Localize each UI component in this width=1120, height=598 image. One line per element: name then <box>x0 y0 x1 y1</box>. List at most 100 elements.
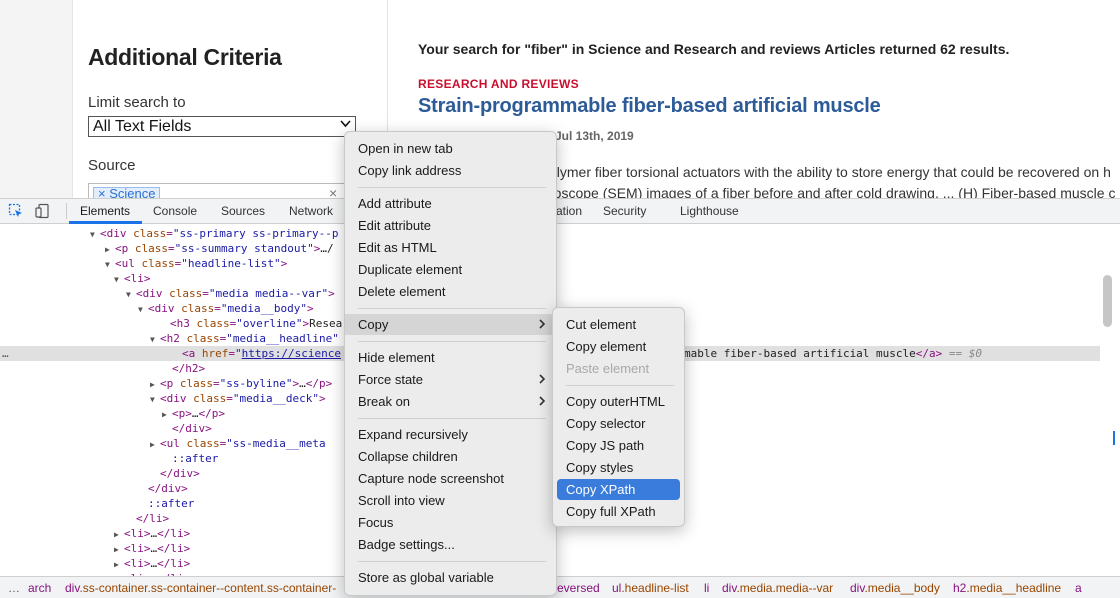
dom-node-markup: <ul class="ss-media__meta <box>160 437 326 450</box>
menu-item-copy[interactable]: Copy <box>345 314 556 335</box>
menu-item-break-on[interactable]: Break on <box>345 391 556 412</box>
tab-performance[interactable]: ation <box>556 204 582 218</box>
menu-item-label: Delete element <box>358 284 446 299</box>
dom-node-markup: ::after <box>172 452 219 465</box>
expand-triangle-icon[interactable]: ▼ <box>150 332 160 347</box>
article-title-link[interactable]: Strain-programmable fiber-based artifici… <box>418 95 881 118</box>
menu-item-label: Copy JS path <box>566 438 645 453</box>
tab-sources[interactable]: Sources <box>221 204 265 218</box>
criteria-heading: Additional Criteria <box>88 44 282 70</box>
site-left-gutter <box>0 0 73 198</box>
menu-item-badge-settings[interactable]: Badge settings... <box>345 534 556 555</box>
dom-node-markup: </div> <box>160 467 200 480</box>
menu-item-label: Break on <box>358 394 411 409</box>
dom-node-markup: </div> <box>172 422 212 435</box>
tab-elements[interactable]: Elements <box>80 204 130 218</box>
limit-search-select[interactable]: All Text Fields <box>88 116 356 137</box>
collapse-triangle-icon[interactable]: ▶ <box>150 437 160 452</box>
dom-node-markup: <li> <box>124 272 151 285</box>
menu-item-focus[interactable]: Focus <box>345 512 556 533</box>
menu-item-edit-attribute[interactable]: Edit attribute <box>345 215 556 236</box>
breadcrumb-item[interactable]: a <box>1075 581 1082 595</box>
device-toolbar-icon[interactable] <box>35 203 51 219</box>
dom-node-markup: <div class="media__body"> <box>148 302 314 315</box>
menu-item-copy-styles[interactable]: Copy styles <box>557 457 680 478</box>
breadcrumb-overflow-icon[interactable]: … <box>8 581 20 595</box>
menu-item-open-in-new-tab[interactable]: Open in new tab <box>345 138 556 159</box>
source-field[interactable]: × Science × <box>88 183 356 198</box>
collapse-triangle-icon[interactable]: ▶ <box>114 557 124 572</box>
menu-item-copy-selector[interactable]: Copy selector <box>557 413 680 434</box>
menu-item-capture-node-screenshot[interactable]: Capture node screenshot <box>345 468 556 489</box>
menu-item-label: Scroll into view <box>358 493 445 508</box>
menu-item-label: Copy selector <box>566 416 646 431</box>
menu-item-label: Collapse children <box>358 449 458 464</box>
menu-item-label: Copy link address <box>358 163 462 178</box>
collapse-triangle-icon[interactable]: ▶ <box>150 377 160 392</box>
tab-console[interactable]: Console <box>153 204 197 218</box>
expand-triangle-icon[interactable]: ▼ <box>126 287 136 302</box>
menu-item-paste-element: Paste element <box>557 358 680 379</box>
expand-triangle-icon[interactable]: ▼ <box>105 257 115 272</box>
menu-item-label: Copy outerHTML <box>566 394 665 409</box>
menu-item-hide-element[interactable]: Hide element <box>345 347 556 368</box>
menu-item-delete-element[interactable]: Delete element <box>345 281 556 302</box>
menu-item-label: Edit attribute <box>358 218 431 233</box>
dom-node-markup: <ul class="headline-list"> <box>115 257 288 270</box>
menu-item-force-state[interactable]: Force state <box>345 369 556 390</box>
menu-separator <box>358 308 546 309</box>
dom-node-markup: <li>…</li> <box>124 527 191 540</box>
tag-remove-icon[interactable]: × <box>98 186 106 198</box>
expand-triangle-icon[interactable]: ▼ <box>150 392 160 407</box>
menu-item-add-attribute[interactable]: Add attribute <box>345 193 556 214</box>
collapse-triangle-icon[interactable]: ▶ <box>114 542 124 557</box>
clear-icon[interactable]: × <box>329 185 337 198</box>
collapse-triangle-icon[interactable]: ▶ <box>162 407 172 422</box>
menu-item-store-as-global-variable[interactable]: Store as global variable <box>345 567 556 588</box>
tab-security[interactable]: Security <box>603 204 646 218</box>
menu-item-copy-js-path[interactable]: Copy JS path <box>557 435 680 456</box>
menu-item-copy-full-xpath[interactable]: Copy full XPath <box>557 501 680 522</box>
menu-item-label: Copy full XPath <box>566 504 656 519</box>
menu-item-copy-element[interactable]: Copy element <box>557 336 680 357</box>
breadcrumb-item[interactable]: h2.media__headline <box>953 581 1061 595</box>
collapse-triangle-icon[interactable]: ▶ <box>105 242 115 257</box>
breadcrumb-item[interactable]: div.ss-container.ss-container--content.s… <box>65 581 336 595</box>
toolbar-divider <box>66 203 67 219</box>
menu-separator <box>358 341 546 342</box>
menu-item-edit-as-html[interactable]: Edit as HTML <box>345 237 556 258</box>
breadcrumb-item[interactable]: eversed <box>557 581 600 595</box>
menu-item-collapse-children[interactable]: Collapse children <box>345 446 556 467</box>
dom-scrollbar[interactable] <box>1103 275 1112 327</box>
website-viewport: Additional Criteria Limit search to All … <box>0 0 1120 198</box>
dom-node-markup: <div class="media__deck"> <box>160 392 326 405</box>
tab-network[interactable]: Network <box>289 204 333 218</box>
expand-triangle-icon[interactable]: ▼ <box>114 272 124 287</box>
breadcrumb-item[interactable]: arch <box>28 581 51 595</box>
menu-item-label: Expand recursively <box>358 427 468 442</box>
dom-node-markup: ::after <box>148 497 195 510</box>
breadcrumb-item[interactable]: li <box>704 581 709 595</box>
menu-item-expand-recursively[interactable]: Expand recursively <box>345 424 556 445</box>
limit-search-value: All Text Fields <box>93 118 192 135</box>
breadcrumb-item[interactable]: div.media.media--var <box>722 581 833 595</box>
menu-item-copy-link-address[interactable]: Copy link address <box>345 160 556 181</box>
menu-item-copy-outerhtml[interactable]: Copy outerHTML <box>557 391 680 412</box>
menu-item-label: Paste element <box>566 361 650 376</box>
menu-item-label: Copy element <box>566 339 647 354</box>
breadcrumb-item[interactable]: div.media__body <box>850 581 940 595</box>
menu-item-scroll-into-view[interactable]: Scroll into view <box>345 490 556 511</box>
expand-triangle-icon[interactable]: ▼ <box>138 302 148 317</box>
context-menu: Open in new tab Copy link address Add attr… <box>344 131 557 596</box>
more-dots-icon[interactable]: … <box>2 346 9 361</box>
tab-lighthouse[interactable]: Lighthouse <box>680 204 739 218</box>
dom-node-markup: </li> <box>136 512 170 525</box>
menu-item-copy-xpath[interactable]: Copy XPath <box>557 479 680 500</box>
screen: Additional Criteria Limit search to All … <box>0 0 1120 598</box>
menu-item-duplicate-element[interactable]: Duplicate element <box>345 259 556 280</box>
menu-item-cut-element[interactable]: Cut element <box>557 314 680 335</box>
collapse-triangle-icon[interactable]: ▶ <box>114 527 124 542</box>
expand-triangle-icon[interactable]: ▼ <box>90 227 100 242</box>
breadcrumb-item[interactable]: ul.headline-list <box>612 581 689 595</box>
inspect-element-icon[interactable] <box>8 203 24 219</box>
